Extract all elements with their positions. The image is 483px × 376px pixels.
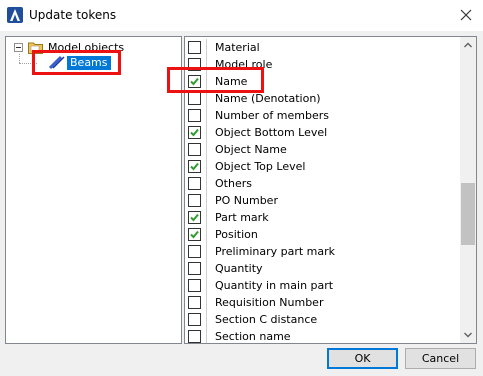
token-checkbox[interactable] (188, 109, 201, 122)
checkmark-icon (190, 128, 199, 137)
checkbox-cell (185, 294, 207, 311)
checkbox-cell (185, 260, 207, 277)
window-title: Update tokens (29, 8, 117, 22)
token-checkbox[interactable] (188, 313, 201, 326)
checkbox-cell (185, 209, 207, 226)
checkmark-icon (190, 213, 199, 222)
token-label: Requisition Number (215, 296, 324, 309)
list-item[interactable]: Section name (185, 328, 459, 343)
checkbox-cell (185, 311, 207, 328)
list-item[interactable]: Object Top Level (185, 158, 459, 175)
list-item[interactable]: Preliminary part mark (185, 243, 459, 260)
app-logo-icon (7, 7, 23, 23)
token-label: PO Number (215, 194, 278, 207)
token-checkbox[interactable] (188, 330, 201, 343)
token-label: Position (215, 228, 258, 241)
token-checkbox[interactable] (188, 279, 201, 292)
list-item[interactable]: Requisition Number (185, 294, 459, 311)
highlight-box-name (167, 67, 264, 93)
checkbox-cell (185, 124, 207, 141)
tree-connector (19, 54, 20, 63)
list-item[interactable]: Object Bottom Level (185, 124, 459, 141)
token-label: Part mark (215, 211, 269, 224)
checkmark-icon (190, 230, 199, 239)
checkbox-cell (185, 226, 207, 243)
token-label: Section C distance (215, 313, 318, 326)
vertical-scrollbar[interactable] (460, 37, 476, 343)
token-label: Preliminary part mark (215, 245, 336, 258)
token-checkbox[interactable] (188, 126, 201, 139)
token-checkbox[interactable] (188, 228, 201, 241)
token-label: Object Name (215, 143, 287, 156)
token-checkbox[interactable] (188, 296, 201, 309)
scroll-up-arrow-icon[interactable] (460, 37, 476, 53)
checkbox-cell (185, 175, 207, 192)
token-checkbox[interactable] (188, 262, 201, 275)
token-label: Name (Denotation) (215, 92, 321, 105)
token-label: Object Bottom Level (215, 126, 328, 139)
token-checkbox[interactable] (188, 211, 201, 224)
list-item[interactable]: Object Name (185, 141, 459, 158)
checkbox-cell (185, 328, 207, 343)
list-item[interactable]: Position (185, 226, 459, 243)
token-checkbox[interactable] (188, 143, 201, 156)
checkbox-cell (185, 141, 207, 158)
token-label: Quantity (215, 262, 263, 275)
checkbox-cell (185, 158, 207, 175)
checkbox-cell (185, 107, 207, 124)
title-bar: Update tokens (0, 0, 483, 31)
token-checkbox[interactable] (188, 41, 201, 54)
list-item[interactable]: Part mark (185, 209, 459, 226)
checkbox-cell (185, 243, 207, 260)
list-item[interactable]: Others (185, 175, 459, 192)
token-checkbox[interactable] (188, 160, 201, 173)
token-label: Number of members (215, 109, 329, 122)
token-label: Material (215, 41, 260, 54)
token-checkbox[interactable] (188, 245, 201, 258)
ok-button[interactable]: OK (327, 348, 398, 369)
checkbox-cell (185, 192, 207, 209)
scroll-down-arrow-icon[interactable] (460, 327, 476, 343)
token-checkbox[interactable] (188, 92, 201, 105)
list-item[interactable]: Quantity in main part (185, 277, 459, 294)
close-icon[interactable] (457, 6, 475, 24)
token-checkbox[interactable] (188, 177, 201, 190)
checkbox-cell (185, 277, 207, 294)
scrollbar-thumb[interactable] (461, 183, 475, 245)
list-item[interactable]: Number of members (185, 107, 459, 124)
token-label: Object Top Level (215, 160, 306, 173)
token-label: Others (215, 177, 252, 190)
object-type-tree[interactable]: Model objects Beams (5, 36, 182, 344)
highlight-box-beams (32, 50, 121, 75)
list-item[interactable]: Material (185, 39, 459, 56)
list-item[interactable]: PO Number (185, 192, 459, 209)
checkmark-icon (190, 162, 199, 171)
token-label: Quantity in main part (215, 279, 334, 292)
collapse-toggle-icon[interactable] (14, 43, 23, 52)
list-item[interactable]: Section C distance (185, 311, 459, 328)
checkbox-cell (185, 39, 207, 56)
cancel-button[interactable]: Cancel (405, 348, 476, 369)
token-label: Section name (215, 330, 291, 343)
token-checkbox[interactable] (188, 194, 201, 207)
list-item[interactable]: Quantity (185, 260, 459, 277)
